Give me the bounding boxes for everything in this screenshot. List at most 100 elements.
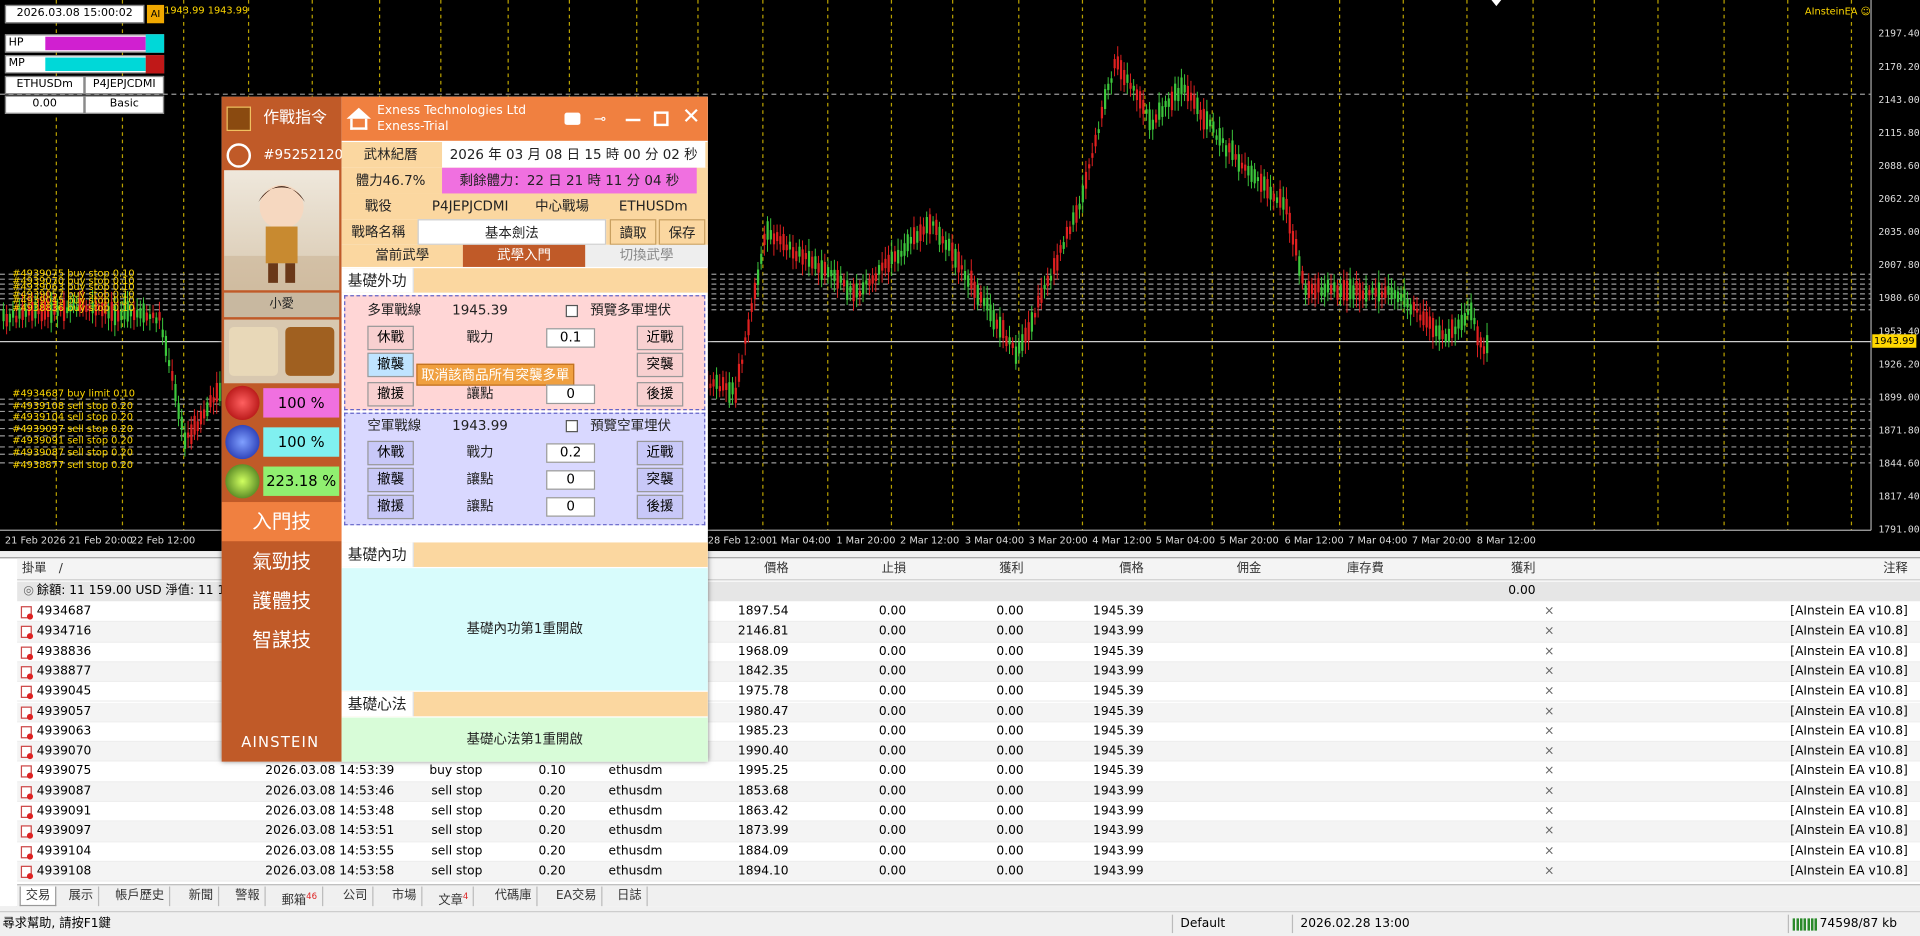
- close-order-icon[interactable]: ×: [1544, 722, 1554, 742]
- long-rest-button[interactable]: 休戰: [367, 325, 414, 351]
- col-commission[interactable]: 佣金: [1180, 558, 1261, 580]
- close-order-icon[interactable]: ×: [1544, 822, 1554, 842]
- tab-3[interactable]: 新聞: [184, 886, 220, 907]
- tab-4[interactable]: 警報: [230, 886, 266, 907]
- short-retreat-button[interactable]: 撤援: [367, 494, 414, 520]
- minimize-icon[interactable]: [625, 118, 641, 122]
- short-rest-button[interactable]: 休戰: [367, 440, 414, 466]
- menu-basic-skills[interactable]: 入門技: [221, 502, 342, 542]
- close-order-icon[interactable]: ×: [1544, 762, 1554, 782]
- tab-label: EA交易: [555, 888, 597, 903]
- close-order-icon[interactable]: ×: [1544, 742, 1554, 762]
- long-near-button[interactable]: 近戰: [636, 325, 684, 351]
- time-tick-label: 7 Mar 04:00: [1348, 535, 1408, 547]
- tab-11[interactable]: 日誌: [612, 886, 648, 907]
- price-tick-label: 2197.40: [1878, 28, 1920, 40]
- col-comment[interactable]: 注释: [1805, 558, 1907, 580]
- ea-panel[interactable]: 作戰指令 #95252120 小愛 100 % 100 % 223.18 % 入…: [221, 96, 708, 762]
- col-price[interactable]: 價格: [703, 558, 788, 580]
- col-swap[interactable]: 庫存費: [1303, 558, 1384, 580]
- long-rear-button[interactable]: 後援: [636, 382, 684, 407]
- close-order-icon[interactable]: ×: [1544, 622, 1554, 642]
- short-yield-input[interactable]: 0: [546, 497, 596, 517]
- close-order-icon[interactable]: ×: [1544, 702, 1554, 722]
- tab-2[interactable]: 帳戶歷史: [110, 886, 171, 907]
- camera-icon[interactable]: [564, 112, 581, 125]
- pending-order-icon: [20, 745, 34, 760]
- close-icon[interactable]: ✕: [682, 104, 700, 130]
- long-preview-label[interactable]: 預覽多軍埋伏: [582, 299, 680, 323]
- ea-titlebar[interactable]: Exness Technologies Ltd Exness-Trial ⊸ ✕: [341, 96, 708, 141]
- short-near-button[interactable]: 近戰: [636, 440, 684, 466]
- candle-body: [1438, 325, 1441, 340]
- short-preview-checkbox[interactable]: [565, 420, 578, 433]
- tab-1[interactable]: 展示: [64, 886, 100, 907]
- account-header: #95252120: [222, 138, 343, 172]
- close-order-icon[interactable]: ×: [1544, 642, 1554, 662]
- candle-body: [1005, 335, 1008, 347]
- table-row[interactable]: 4939097 2026.03.08 14:53:51 sell stop 0.20 e…: [17, 822, 1920, 842]
- table-row[interactable]: 4939075 2026.03.08 14:53:39 buy stop 0.10 et…: [17, 762, 1920, 783]
- strategy-name-input[interactable]: 基本劍法: [417, 219, 607, 245]
- hud-mp-bar: [45, 57, 146, 72]
- home-icon[interactable]: [346, 107, 372, 119]
- close-order-icon[interactable]: ×: [1544, 662, 1554, 682]
- table-row[interactable]: 4939091 2026.03.08 14:53:48 sell stop 0.20 e…: [17, 802, 1920, 823]
- tab-10[interactable]: EA交易: [551, 886, 603, 907]
- long-preview-checkbox[interactable]: [565, 304, 578, 318]
- short-assault-button[interactable]: 突襲: [636, 467, 684, 493]
- long-yield-input[interactable]: 0: [546, 384, 596, 405]
- long-assault-button[interactable]: 突襲: [636, 352, 684, 378]
- close-order-icon[interactable]: ×: [1544, 862, 1554, 882]
- tab-current-martial[interactable]: 當前武學: [341, 244, 463, 267]
- tab-0[interactable]: 交易: [19, 886, 57, 907]
- menu-guard-skills[interactable]: 護體技: [222, 582, 342, 621]
- col-profit[interactable]: 獲利: [1450, 558, 1535, 580]
- candle-body: [8, 313, 12, 323]
- short-preview-label[interactable]: 預覽空軍埋伏: [582, 414, 680, 438]
- close-order-icon[interactable]: ×: [1544, 682, 1554, 702]
- read-button[interactable]: 讀取: [609, 219, 657, 245]
- col-order[interactable]: 掛單: [22, 558, 46, 580]
- tab-7[interactable]: 市場: [387, 886, 423, 907]
- menu-qi-skills[interactable]: 氣勁技: [222, 542, 342, 581]
- close-order-icon[interactable]: ×: [1544, 782, 1554, 802]
- candle-body: [1396, 291, 1400, 303]
- tab-martial-intro[interactable]: 武學入門: [462, 244, 586, 267]
- col-sl[interactable]: 止損: [825, 558, 906, 580]
- close-order-icon[interactable]: ×: [1544, 842, 1554, 862]
- pin-icon[interactable]: ⊸: [594, 110, 606, 127]
- status-datetime: 2026.02.28 13:00: [1300, 917, 1410, 931]
- order-current-price: 1945.39: [1093, 604, 1144, 619]
- short-rear-button[interactable]: 後援: [636, 494, 684, 520]
- long-power-input[interactable]: 0.1: [546, 328, 596, 348]
- candle-body: [1260, 173, 1263, 192]
- col-current-price[interactable]: 價格: [1058, 558, 1143, 580]
- short-group: 空軍戰線 1943.99 預覽空軍埋伏 休戰 戰力 0.2 近戰 撤襲 讓點 0…: [344, 412, 706, 526]
- close-order-icon[interactable]: ×: [1544, 602, 1554, 622]
- table-row[interactable]: 4939087 2026.03.08 14:53:46 sell stop 0.20 e…: [17, 782, 1920, 803]
- balance-profit: 0.00: [1508, 584, 1536, 598]
- short-yield1-input[interactable]: 0: [546, 470, 596, 490]
- short-power-input[interactable]: 0.2: [546, 443, 596, 463]
- heart-orb-icon: [225, 385, 260, 421]
- hud-ai-badge[interactable]: AI: [146, 4, 165, 24]
- tab-8[interactable]: 文章4: [433, 886, 475, 908]
- maximize-icon[interactable]: [653, 111, 669, 127]
- table-row[interactable]: 4939108 2026.03.08 14:53:58 sell stop 0.20 e…: [17, 861, 1920, 882]
- save-button[interactable]: 保存: [658, 219, 706, 245]
- menu-strategy-skills[interactable]: 智謀技: [222, 621, 342, 660]
- tab-5[interactable]: 郵箱46: [277, 886, 324, 908]
- candle-body: [760, 253, 763, 264]
- candle-body: [941, 236, 944, 244]
- tab-switch-martial[interactable]: 切換武學: [585, 244, 708, 267]
- tab-9[interactable]: 代碼庫: [490, 886, 538, 907]
- col-tp[interactable]: 獲利: [943, 558, 1023, 580]
- long-withdraw-button[interactable]: 撤襲: [367, 352, 414, 378]
- order-sl: 0.00: [878, 864, 907, 878]
- tab-6[interactable]: 公司: [338, 886, 374, 907]
- short-withdraw-button[interactable]: 撤襲: [367, 467, 414, 493]
- table-row[interactable]: 4939104 2026.03.08 14:53:55 sell stop 0.20 e…: [17, 841, 1920, 862]
- close-order-icon[interactable]: ×: [1544, 802, 1554, 822]
- long-retreat-button[interactable]: 撤援: [367, 382, 414, 407]
